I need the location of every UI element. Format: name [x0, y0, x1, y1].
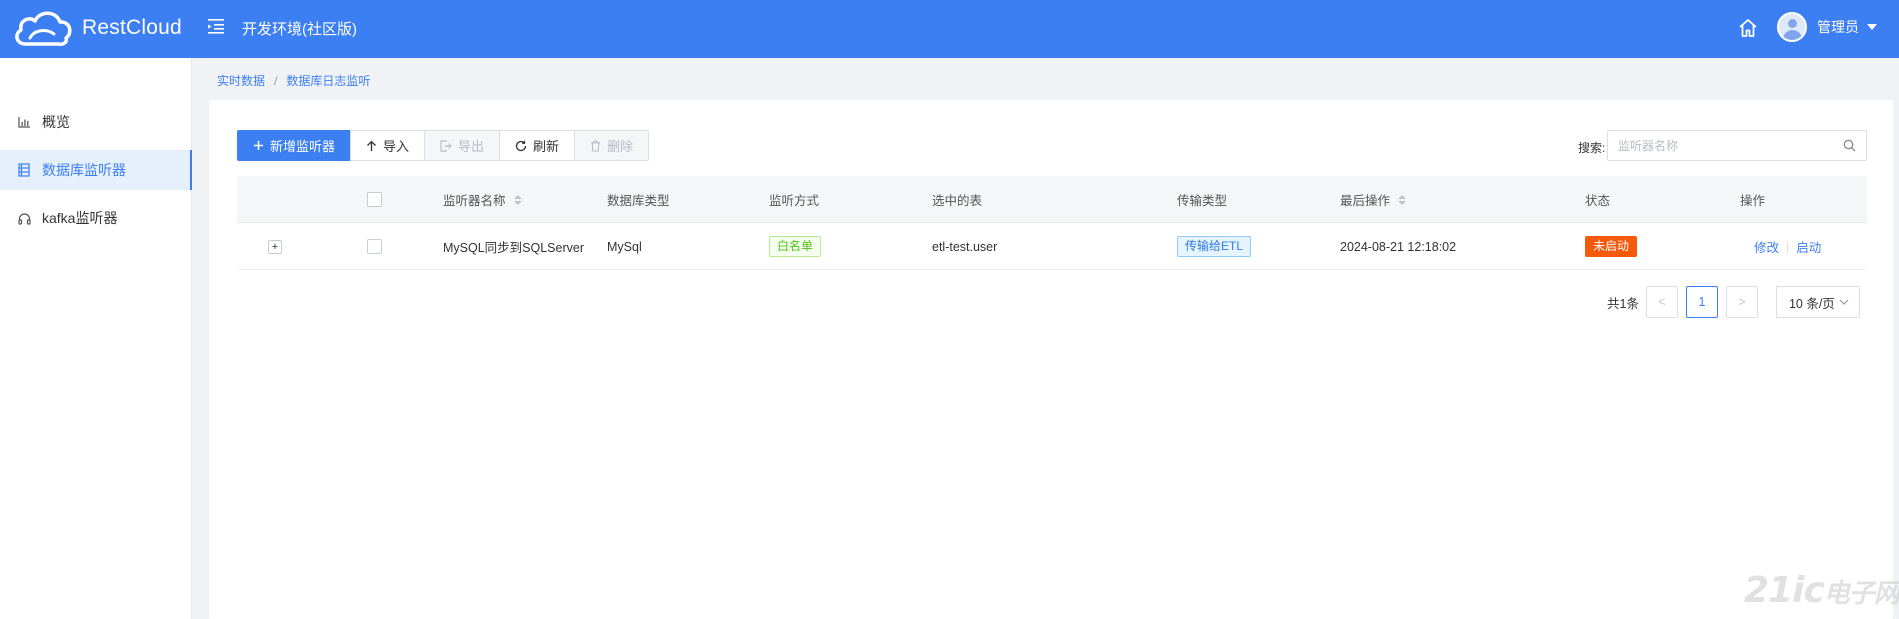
watermark-suffix: 电子网	[1823, 579, 1899, 609]
tables-cell: etl-test.user	[932, 239, 998, 254]
import-label: 导入	[383, 139, 410, 154]
actions-cell: 修改 | 启动	[1754, 223, 1821, 270]
table-row: + MySQL同步到SQLServer MySql 白名单 etl-test.u…	[237, 223, 1867, 270]
row-checkbox[interactable]	[367, 239, 382, 254]
home-icon[interactable]	[1737, 17, 1759, 39]
page-number-1[interactable]: 1	[1685, 286, 1718, 318]
breadcrumb: 实时数据 / 数据库日志监听	[217, 72, 370, 89]
breadcrumb-item-realtime[interactable]: 实时数据	[217, 72, 265, 89]
column-header-tables: 选中的表	[932, 176, 982, 223]
add-listener-button[interactable]: 新增监听器	[237, 130, 352, 161]
start-link[interactable]: 启动	[1796, 237, 1821, 256]
pagination: 共1条 < 1 > 10 条/页	[1607, 286, 1860, 318]
search-label: 搜索:	[1578, 141, 1606, 155]
column-header-db-type: 数据库类型	[607, 176, 670, 223]
user-name: 管理员	[1817, 19, 1859, 35]
toolbar: 新增监听器 导入 导出 刷新 删除	[237, 130, 650, 161]
trash-icon	[590, 139, 601, 152]
menu-fold-icon[interactable]	[207, 16, 227, 36]
column-header-label: 选中的表	[932, 194, 983, 208]
delete-button[interactable]: 删除	[574, 130, 650, 161]
last-op-cell: 2024-08-21 12:18:02	[1340, 239, 1457, 254]
export-icon	[440, 139, 452, 152]
select-all-cell	[367, 176, 382, 223]
export-label: 导出	[458, 139, 485, 154]
expand-cell: +	[268, 223, 282, 270]
sidebar-item-label: 概览	[42, 114, 70, 130]
breadcrumb-item-db-log[interactable]: 数据库日志监听	[286, 72, 370, 89]
environment-title: 开发环境(社区版)	[242, 21, 357, 38]
status-badge: 未启动	[1585, 236, 1638, 257]
column-header-label: 监听器名称	[443, 194, 506, 208]
arrow-up-icon	[366, 140, 377, 152]
column-header-transfer-type: 传输类型	[1177, 176, 1227, 223]
refresh-label: 刷新	[533, 139, 560, 154]
sort-icon[interactable]	[513, 194, 522, 205]
avatar	[1777, 12, 1807, 42]
row-select-cell	[367, 223, 382, 270]
column-header-label: 数据库类型	[607, 194, 670, 208]
transfer-type-cell: 传输给ETL	[1177, 223, 1252, 270]
sidebar-item-overview[interactable]: 概览	[0, 102, 192, 142]
next-page-button[interactable]: >	[1725, 286, 1758, 318]
search-icon[interactable]	[1843, 139, 1856, 152]
sort-icon[interactable]	[1398, 194, 1407, 205]
table-header: 监听器名称 数据库类型 监听方式 选中的表 传输类型 最后操作 状态 操作	[237, 176, 1867, 223]
listen-mode-cell: 白名单	[769, 223, 822, 270]
db-type-cell: MySql	[607, 239, 642, 254]
select-all-checkbox[interactable]	[367, 192, 382, 207]
bar-chart-icon	[16, 114, 32, 130]
sidebar-item-label: kafka监听器	[42, 210, 118, 226]
status-cell: 未启动	[1585, 223, 1638, 270]
headphones-icon	[16, 210, 32, 226]
logo[interactable]: RestCloud	[12, 8, 182, 48]
column-header-actions: 操作	[1740, 176, 1765, 223]
listener-table: 监听器名称 数据库类型 监听方式 选中的表 传输类型 最后操作 状态 操作 + …	[237, 176, 1867, 270]
expand-row-button[interactable]: +	[268, 239, 282, 254]
column-header-status: 状态	[1585, 176, 1610, 223]
chevron-down-icon	[1839, 299, 1849, 305]
column-header-label: 最后操作	[1340, 194, 1391, 208]
column-header-label: 传输类型	[1177, 194, 1228, 208]
sidebar: 概览 数据库监听器 kafka监听器	[0, 58, 192, 619]
user-menu[interactable]: 管理员	[1777, 12, 1877, 42]
page-size-select[interactable]: 10 条/页	[1775, 286, 1860, 318]
database-icon	[16, 162, 32, 178]
prev-page-button[interactable]: <	[1645, 286, 1678, 318]
add-listener-label: 新增监听器	[270, 139, 336, 154]
export-button[interactable]: 导出	[424, 130, 501, 161]
main-card: 新增监听器 导入 导出 刷新 删除 搜索: 监听器名称 监听器名称 数据库类型 …	[209, 100, 1893, 619]
page-size-value: 10 条/页	[1788, 296, 1835, 311]
watermark-text: 21ic	[1744, 570, 1825, 611]
column-header-listen-mode: 监听方式	[769, 176, 819, 223]
column-header-label: 状态	[1585, 194, 1611, 208]
sidebar-item-db-listener[interactable]: 数据库监听器	[0, 150, 192, 190]
edit-link[interactable]: 修改	[1754, 237, 1779, 256]
top-header: RestCloud 开发环境(社区版) 管理员	[0, 0, 1899, 58]
cloud-logo-icon	[15, 11, 72, 46]
search-input[interactable]	[1608, 131, 1828, 160]
total-count: 共1条	[1607, 296, 1639, 311]
import-button[interactable]: 导入	[350, 130, 426, 161]
delete-label: 删除	[607, 139, 634, 154]
plus-icon	[253, 140, 264, 151]
breadcrumb-separator: /	[274, 73, 278, 88]
action-divider: |	[1786, 239, 1790, 254]
listener-name-cell: MySQL同步到SQLServer	[443, 241, 585, 255]
column-header-name[interactable]: 监听器名称	[443, 176, 522, 223]
whitelist-tag: 白名单	[769, 236, 822, 257]
sidebar-item-kafka-listener[interactable]: kafka监听器	[0, 198, 192, 238]
column-header-label: 监听方式	[769, 194, 820, 208]
column-header-last-op[interactable]: 最后操作	[1340, 176, 1407, 223]
column-header-label: 操作	[1740, 194, 1766, 208]
search-box	[1607, 130, 1867, 161]
refresh-button[interactable]: 刷新	[499, 130, 576, 161]
sidebar-item-label: 数据库监听器	[42, 162, 126, 178]
watermark: 21ic电子网	[1744, 570, 1899, 611]
transfer-type-tag: 传输给ETL	[1177, 236, 1252, 257]
logo-text: RestCloud	[82, 16, 182, 39]
caret-down-icon	[1867, 24, 1877, 30]
refresh-icon	[515, 140, 527, 152]
